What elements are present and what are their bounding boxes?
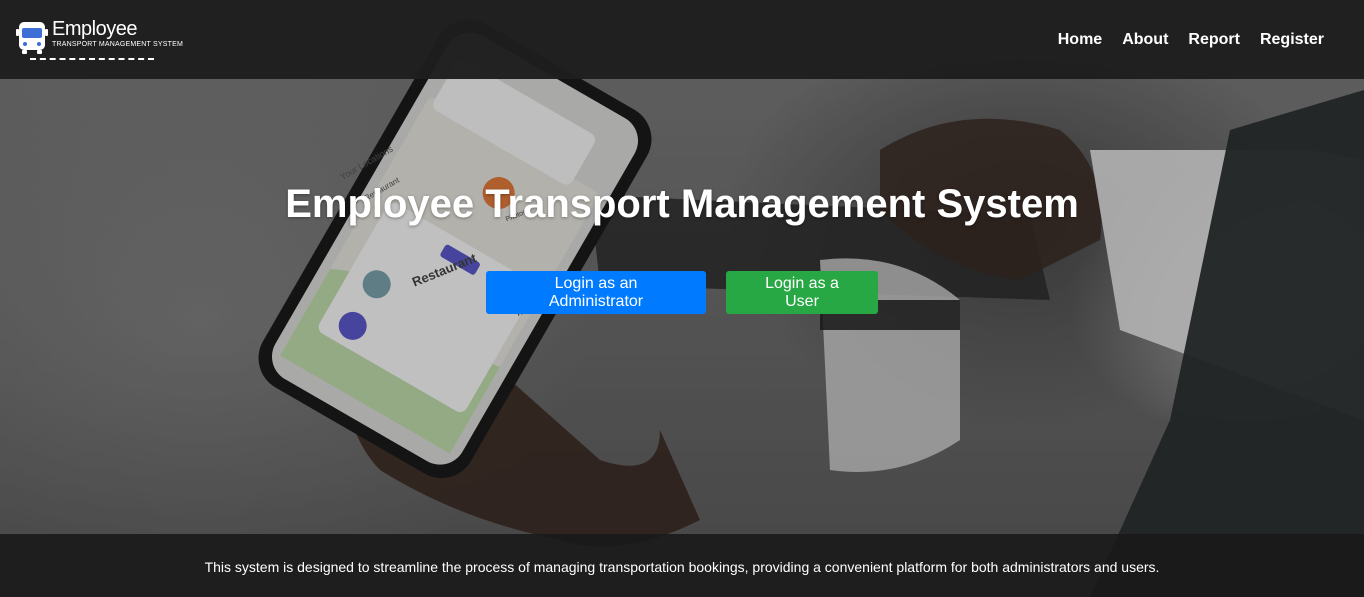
footer-description: This system is designed to streamline th… (204, 558, 1160, 575)
login-user-button[interactable]: Login as a User (726, 271, 878, 314)
login-buttons: Login as an Administrator Login as a Use… (0, 271, 1364, 314)
brand-logo-link[interactable]: Employee TRANSPORT MANAGEMENT SYSTEM (16, 18, 183, 62)
navbar: Employee TRANSPORT MANAGEMENT SYSTEM Hom… (0, 0, 1364, 79)
bus-icon (16, 21, 48, 54)
footer-bar: This system is designed to streamline th… (0, 534, 1364, 597)
brand-subtitle: TRANSPORT MANAGEMENT SYSTEM (52, 40, 184, 48)
login-admin-button[interactable]: Login as an Administrator (486, 271, 706, 314)
brand-title: Employee (52, 17, 137, 40)
brand-dashed-line (30, 57, 154, 60)
nav-home[interactable]: Home (1058, 31, 1102, 49)
nav-register[interactable]: Register (1260, 31, 1324, 49)
hero-title: Employee Transport Management System (285, 182, 1079, 226)
nav-about[interactable]: About (1122, 31, 1168, 49)
brand-text: Employee TRANSPORT MANAGEMENT SYSTEM (52, 18, 183, 50)
nav-links: Home About Report Register (1058, 31, 1324, 49)
nav-report[interactable]: Report (1188, 31, 1240, 49)
page: Your Locations Restaurant Restaurant Pho… (0, 0, 1364, 597)
